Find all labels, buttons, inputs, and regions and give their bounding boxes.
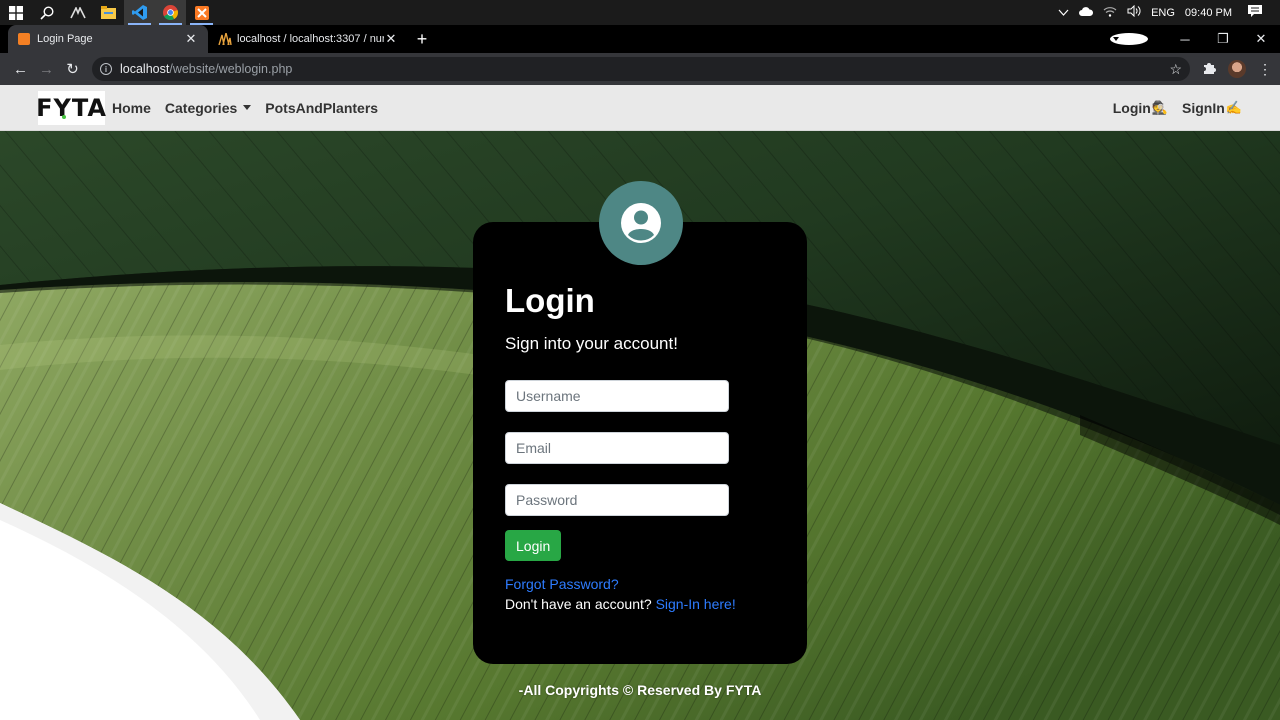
reload-icon[interactable]: ↻ xyxy=(60,56,85,82)
fyta-logo[interactable]: FYTA xyxy=(36,90,106,125)
login-title: Login xyxy=(505,282,595,319)
browser-tab-strip: Login Page ✕ localhost / localhost:3307 … xyxy=(0,25,1280,53)
nav-login[interactable]: Login 🕵 xyxy=(1113,100,1168,116)
close-tab-icon[interactable]: ✕ xyxy=(184,31,198,47)
search-icon[interactable] xyxy=(31,0,62,25)
email-input[interactable] xyxy=(505,432,729,464)
site-navbar: FYTA Home Categories PotsAndPlanters Log… xyxy=(0,85,1280,131)
info-icon[interactable]: i xyxy=(100,63,112,75)
minimize-icon[interactable]: ─ xyxy=(1166,32,1204,47)
no-account-text: Don't have an account? xyxy=(505,596,652,612)
windows-start-icon[interactable] xyxy=(0,0,31,25)
username-input[interactable] xyxy=(505,380,729,412)
speaker-icon[interactable] xyxy=(1127,4,1141,20)
login-card: Login Sign into your account! Login Forg… xyxy=(473,222,807,664)
forgot-password-link[interactable]: Forgot Password? xyxy=(505,576,619,592)
logo-dot xyxy=(62,114,66,119)
wifi-icon[interactable] xyxy=(1103,5,1117,20)
tab-phpmyadmin[interactable]: localhost / localhost:3307 / nurse ✕ xyxy=(208,25,408,53)
nav-signin[interactable]: SignIn ✍ xyxy=(1182,100,1242,116)
web-page: FYTA Home Categories PotsAndPlanters Log… xyxy=(0,85,1280,720)
file-explorer-icon[interactable] xyxy=(93,0,124,25)
language-indicator[interactable]: ENG xyxy=(1151,7,1175,19)
tab-title: Login Page xyxy=(37,33,93,45)
user-circle-icon xyxy=(621,203,661,243)
maximize-icon[interactable]: ❐ xyxy=(1204,31,1242,47)
profile-avatar[interactable] xyxy=(1228,60,1246,78)
new-tab-button[interactable]: + xyxy=(408,25,436,53)
caret-down-icon xyxy=(243,105,252,110)
detective-emoji-icon: 🕵 xyxy=(1151,99,1169,115)
address-bar[interactable]: i localhost/website/weblogin.php ☆ xyxy=(92,57,1190,81)
password-input[interactable] xyxy=(505,484,729,516)
browser-toolbar: ← → ↻ i localhost/website/weblogin.php ☆… xyxy=(0,53,1280,85)
writing-hand-emoji-icon: ✍ xyxy=(1225,99,1242,115)
login-button[interactable]: Login xyxy=(505,530,562,561)
app-icon[interactable] xyxy=(62,0,93,25)
forward-arrow-icon[interactable]: → xyxy=(34,56,59,82)
nav-categories-dropdown[interactable]: Categories xyxy=(165,100,252,116)
windows-taskbar: ENG 09:40 PM xyxy=(0,0,1280,25)
extensions-puzzle-icon[interactable] xyxy=(1202,61,1216,78)
login-subtitle: Sign into your account! xyxy=(505,334,678,353)
clock[interactable]: 09:40 PM xyxy=(1185,7,1232,19)
back-arrow-icon[interactable]: ← xyxy=(8,56,33,82)
close-window-icon[interactable]: ✕ xyxy=(1242,31,1280,47)
nav-home[interactable]: Home xyxy=(112,100,151,116)
user-avatar-badge xyxy=(599,181,683,265)
tab-search-icon[interactable] xyxy=(1110,33,1148,45)
nav-pots-and-planters[interactable]: PotsAndPlanters xyxy=(265,100,378,116)
tab-title: localhost / localhost:3307 / nurse xyxy=(237,33,384,45)
chrome-icon[interactable] xyxy=(155,0,186,25)
xampp-icon[interactable] xyxy=(186,0,217,25)
chevron-up-icon[interactable] xyxy=(1058,7,1069,19)
close-tab-icon[interactable]: ✕ xyxy=(384,31,398,47)
menu-kebab-icon[interactable]: ⋮ xyxy=(1258,61,1272,78)
phpmyadmin-favicon-icon xyxy=(218,32,232,46)
cloud-icon[interactable] xyxy=(1079,6,1094,19)
bookmark-star-icon[interactable]: ☆ xyxy=(1169,61,1182,78)
footer-copyright: -All Copyrights © Reserved By FYTA xyxy=(518,682,762,698)
xampp-favicon-icon xyxy=(18,33,30,45)
sign-in-here-link[interactable]: Sign-In here! xyxy=(656,596,736,612)
url-text[interactable]: localhost/website/weblogin.php xyxy=(120,62,1169,76)
notification-icon[interactable] xyxy=(1248,4,1262,21)
vscode-icon[interactable] xyxy=(124,0,155,25)
tab-login-page[interactable]: Login Page ✕ xyxy=(8,25,208,53)
